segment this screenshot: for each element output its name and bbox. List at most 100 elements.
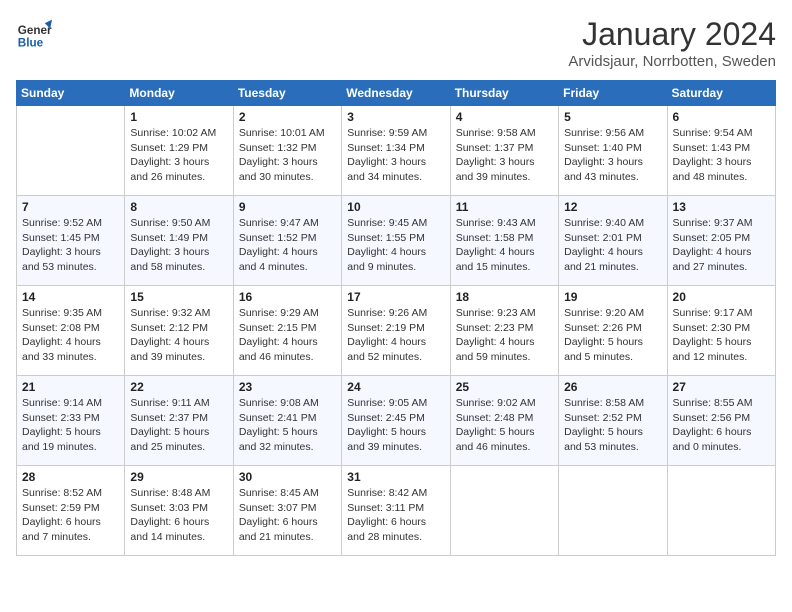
title-block: January 2024 Arvidsjaur, Norrbotten, Swe…	[568, 16, 776, 70]
day-info: Sunrise: 10:02 AMSunset: 1:29 PMDaylight…	[130, 126, 227, 185]
week-row-3: 14 Sunrise: 9:35 AMSunset: 2:08 PMDayligh…	[17, 286, 776, 376]
day-info: Sunrise: 9:45 AMSunset: 1:55 PMDaylight:…	[347, 216, 444, 275]
calendar-cell: 2 Sunrise: 10:01 AMSunset: 1:32 PMDayligh…	[233, 106, 341, 196]
calendar-cell: 3Sunrise: 9:59 AMSunset: 1:34 PMDaylight…	[342, 106, 450, 196]
day-info: Sunrise: 8:42 AMSunset: 3:11 PMDaylight:…	[347, 486, 444, 545]
svg-text:General: General	[18, 24, 52, 37]
svg-text:Blue: Blue	[18, 37, 44, 50]
calendar-cell: 25 Sunrise: 9:02 AMSunset: 2:48 PMDayligh…	[450, 376, 558, 466]
week-row-2: 7Sunrise: 9:52 AMSunset: 1:45 PMDaylight…	[17, 196, 776, 286]
day-number: 24	[347, 380, 444, 394]
day-info: Sunrise: 9:08 AMSunset: 2:41 PMDaylight:…	[239, 396, 336, 455]
day-number: 14	[22, 290, 119, 304]
day-info: Sunrise: 8:55 AMSunset: 2:56 PMDaylight:…	[673, 396, 770, 455]
calendar-cell: 11 Sunrise: 9:43 AMSunset: 1:58 PMDayligh…	[450, 196, 558, 286]
calendar-cell	[667, 466, 775, 556]
day-number: 20	[673, 290, 770, 304]
day-info: Sunrise: 9:43 AMSunset: 1:58 PMDaylight:…	[456, 216, 553, 275]
day-number: 19	[564, 290, 661, 304]
week-row-4: 21Sunrise: 9:14 AMSunset: 2:33 PMDayligh…	[17, 376, 776, 466]
calendar-cell: 18 Sunrise: 9:23 AMSunset: 2:23 PMDayligh…	[450, 286, 558, 376]
day-info: Sunrise: 9:23 AMSunset: 2:23 PMDaylight:…	[456, 306, 553, 365]
calendar-cell: 8 Sunrise: 9:50 AMSunset: 1:49 PMDaylight…	[125, 196, 233, 286]
day-number: 31	[347, 470, 444, 484]
day-number: 27	[673, 380, 770, 394]
day-info: Sunrise: 9:35 AMSunset: 2:08 PMDaylight:…	[22, 306, 119, 365]
calendar-cell: 20 Sunrise: 9:17 AMSunset: 2:30 PMDayligh…	[667, 286, 775, 376]
day-info: Sunrise: 8:58 AMSunset: 2:52 PMDaylight:…	[564, 396, 661, 455]
day-number: 25	[456, 380, 553, 394]
day-info: Sunrise: 9:11 AMSunset: 2:37 PMDaylight:…	[130, 396, 227, 455]
calendar-cell: 5Sunrise: 9:56 AMSunset: 1:40 PMDaylight…	[559, 106, 667, 196]
logo: General Blue	[16, 16, 52, 52]
day-info: Sunrise: 9:20 AMSunset: 2:26 PMDaylight:…	[564, 306, 661, 365]
week-row-5: 28Sunrise: 8:52 AMSunset: 2:59 PMDayligh…	[17, 466, 776, 556]
calendar-cell: 16 Sunrise: 9:29 AMSunset: 2:15 PMDayligh…	[233, 286, 341, 376]
day-info: Sunrise: 10:01 AMSunset: 1:32 PMDaylight…	[239, 126, 336, 185]
day-number: 26	[564, 380, 661, 394]
day-number: 13	[673, 200, 770, 214]
day-info: Sunrise: 9:32 AMSunset: 2:12 PMDaylight:…	[130, 306, 227, 365]
day-number: 11	[456, 200, 553, 214]
day-number: 4	[456, 110, 553, 124]
month-title: January 2024	[568, 16, 776, 53]
calendar-cell: 21Sunrise: 9:14 AMSunset: 2:33 PMDayligh…	[17, 376, 125, 466]
day-number: 15	[130, 290, 227, 304]
calendar-cell: 27 Sunrise: 8:55 AMSunset: 2:56 PMDayligh…	[667, 376, 775, 466]
calendar-cell: 13 Sunrise: 9:37 AMSunset: 2:05 PMDayligh…	[667, 196, 775, 286]
calendar-cell: 14 Sunrise: 9:35 AMSunset: 2:08 PMDayligh…	[17, 286, 125, 376]
day-info: Sunrise: 8:45 AMSunset: 3:07 PMDaylight:…	[239, 486, 336, 545]
day-number: 23	[239, 380, 336, 394]
day-info: Sunrise: 9:02 AMSunset: 2:48 PMDaylight:…	[456, 396, 553, 455]
calendar-cell: 23 Sunrise: 9:08 AMSunset: 2:41 PMDayligh…	[233, 376, 341, 466]
day-info: Sunrise: 9:50 AMSunset: 1:49 PMDaylight:…	[130, 216, 227, 275]
day-info: Sunrise: 9:14 AMSunset: 2:33 PMDaylight:…	[22, 396, 119, 455]
calendar-cell: 10Sunrise: 9:45 AMSunset: 1:55 PMDayligh…	[342, 196, 450, 286]
calendar-cell: 19 Sunrise: 9:20 AMSunset: 2:26 PMDayligh…	[559, 286, 667, 376]
day-number: 5	[564, 110, 661, 124]
calendar-cell: 7Sunrise: 9:52 AMSunset: 1:45 PMDaylight…	[17, 196, 125, 286]
day-number: 8	[130, 200, 227, 214]
page-header: General Blue January 2024 Arvidsjaur, No…	[16, 16, 776, 70]
weekday-header-saturday: Saturday	[667, 81, 775, 106]
weekday-header-friday: Friday	[559, 81, 667, 106]
day-number: 17	[347, 290, 444, 304]
weekday-header-monday: Monday	[125, 81, 233, 106]
day-number: 30	[239, 470, 336, 484]
calendar-cell	[559, 466, 667, 556]
day-number: 16	[239, 290, 336, 304]
calendar-cell: 12Sunrise: 9:40 AMSunset: 2:01 PMDayligh…	[559, 196, 667, 286]
calendar-table: SundayMondayTuesdayWednesdayThursdayFrid…	[16, 80, 776, 556]
weekday-header-sunday: Sunday	[17, 81, 125, 106]
day-number: 3	[347, 110, 444, 124]
calendar-cell	[17, 106, 125, 196]
day-number: 22	[130, 380, 227, 394]
day-info: Sunrise: 9:17 AMSunset: 2:30 PMDaylight:…	[673, 306, 770, 365]
calendar-cell: 15 Sunrise: 9:32 AMSunset: 2:12 PMDayligh…	[125, 286, 233, 376]
day-number: 9	[239, 200, 336, 214]
day-number: 1	[130, 110, 227, 124]
day-number: 28	[22, 470, 119, 484]
day-number: 18	[456, 290, 553, 304]
day-info: Sunrise: 9:37 AMSunset: 2:05 PMDaylight:…	[673, 216, 770, 275]
day-number: 7	[22, 200, 119, 214]
calendar-cell: 31 Sunrise: 8:42 AMSunset: 3:11 PMDayligh…	[342, 466, 450, 556]
calendar-cell: 26 Sunrise: 8:58 AMSunset: 2:52 PMDayligh…	[559, 376, 667, 466]
calendar-cell	[450, 466, 558, 556]
day-info: Sunrise: 9:58 AMSunset: 1:37 PMDaylight:…	[456, 126, 553, 185]
calendar-cell: 6Sunrise: 9:54 AMSunset: 1:43 PMDaylight…	[667, 106, 775, 196]
day-info: Sunrise: 9:29 AMSunset: 2:15 PMDaylight:…	[239, 306, 336, 365]
calendar-cell: 1 Sunrise: 10:02 AMSunset: 1:29 PMDayligh…	[125, 106, 233, 196]
weekday-header-tuesday: Tuesday	[233, 81, 341, 106]
weekday-header-row: SundayMondayTuesdayWednesdayThursdayFrid…	[17, 81, 776, 106]
day-info: Sunrise: 9:54 AMSunset: 1:43 PMDaylight:…	[673, 126, 770, 185]
week-row-1: 1 Sunrise: 10:02 AMSunset: 1:29 PMDayligh…	[17, 106, 776, 196]
calendar-cell: 24 Sunrise: 9:05 AMSunset: 2:45 PMDayligh…	[342, 376, 450, 466]
day-info: Sunrise: 9:26 AMSunset: 2:19 PMDaylight:…	[347, 306, 444, 365]
day-number: 29	[130, 470, 227, 484]
day-info: Sunrise: 9:40 AMSunset: 2:01 PMDaylight:…	[564, 216, 661, 275]
day-number: 2	[239, 110, 336, 124]
day-info: Sunrise: 9:05 AMSunset: 2:45 PMDaylight:…	[347, 396, 444, 455]
calendar-cell: 30 Sunrise: 8:45 AMSunset: 3:07 PMDayligh…	[233, 466, 341, 556]
weekday-header-wednesday: Wednesday	[342, 81, 450, 106]
